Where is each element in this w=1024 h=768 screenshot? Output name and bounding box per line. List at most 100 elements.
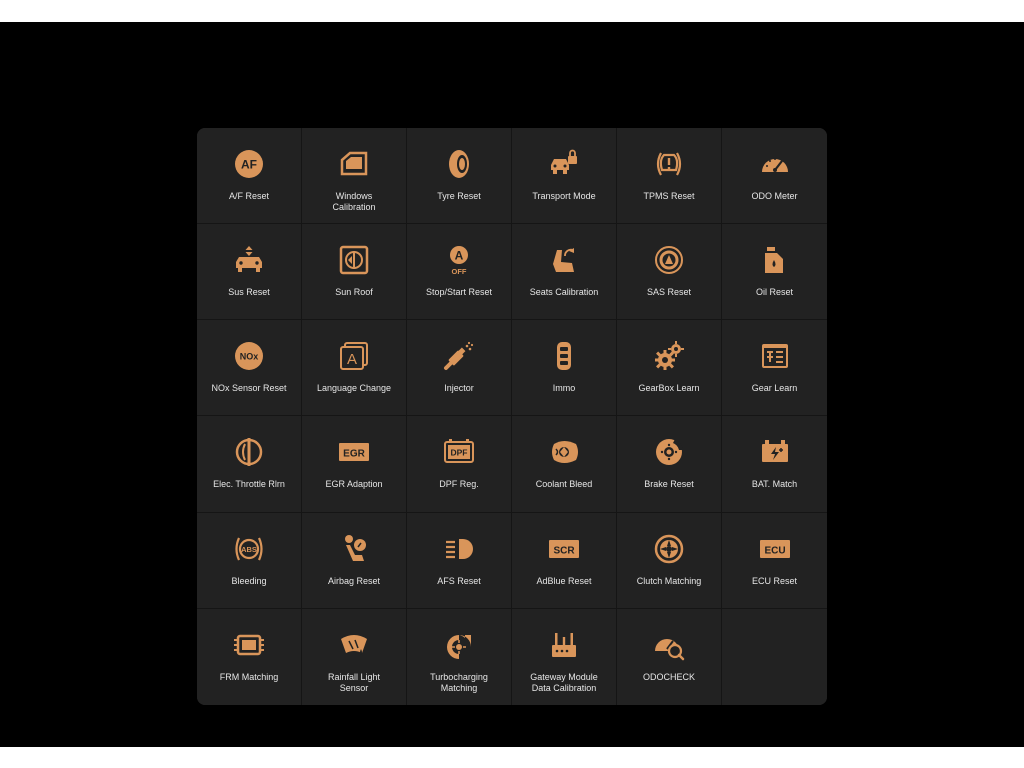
function-label: Sun Roof bbox=[335, 287, 373, 298]
function-label: NOx Sensor Reset bbox=[211, 383, 287, 394]
function-label: Gateway Module Data Calibration bbox=[530, 671, 598, 693]
rain-sensor-icon bbox=[338, 629, 370, 661]
car-lock-icon bbox=[548, 148, 580, 180]
function-tile[interactable]: GearBox Learn bbox=[617, 320, 722, 417]
airbag-icon bbox=[338, 533, 370, 565]
auto-stop-off-icon: A OFF bbox=[443, 244, 475, 276]
function-label: Brake Reset bbox=[644, 479, 694, 490]
function-label: Transport Mode bbox=[532, 191, 596, 201]
function-tile[interactable]: TPMS Reset bbox=[617, 128, 722, 225]
function-tile[interactable]: Brake Reset bbox=[617, 416, 722, 513]
ecu-icon: ECU bbox=[759, 533, 791, 565]
function-tile[interactable]: Gateway Module Data Calibration bbox=[512, 608, 617, 705]
function-label: Rainfall Light Sensor bbox=[327, 671, 381, 693]
battery-icon bbox=[759, 436, 791, 468]
nox-icon: NOx bbox=[233, 340, 265, 372]
function-tile[interactable]: Tyre Reset bbox=[407, 128, 512, 225]
function-tile[interactable]: ECU ECU Reset bbox=[722, 512, 827, 609]
function-tile[interactable]: FRM Matching bbox=[197, 608, 302, 705]
function-tile[interactable]: SCR AdBlue Reset bbox=[512, 512, 617, 609]
function-tile[interactable]: Injector bbox=[407, 320, 512, 417]
gear-learn-icon bbox=[759, 340, 791, 372]
key-fob-icon bbox=[548, 340, 580, 372]
brake-disc-icon bbox=[653, 436, 685, 468]
oil-can-icon bbox=[759, 244, 791, 276]
function-tile[interactable]: Coolant Bleed bbox=[512, 416, 617, 513]
function-tile[interactable]: Windows Calibration bbox=[302, 128, 407, 225]
egr-icon: EGR bbox=[338, 436, 370, 468]
function-label: GearBox Learn bbox=[638, 383, 700, 394]
function-label: Elec. Throttle Rlrn bbox=[213, 479, 285, 490]
gateway-icon bbox=[548, 629, 580, 661]
function-tile[interactable]: DPF DPF Reg. bbox=[407, 416, 512, 513]
function-tile[interactable]: Elec. Throttle Rlrn bbox=[197, 416, 302, 513]
svg-text:SCR: SCR bbox=[553, 545, 575, 556]
function-tile[interactable]: AF A/F Reset bbox=[197, 128, 302, 225]
function-tile[interactable]: A OFF Stop/Start Reset bbox=[407, 224, 512, 321]
svg-text:A: A bbox=[455, 249, 464, 263]
function-tile[interactable]: Seats Calibration bbox=[512, 224, 617, 321]
function-tile[interactable]: Sus Reset bbox=[197, 224, 302, 321]
function-tile[interactable]: ODOCHECK bbox=[617, 608, 722, 705]
af-icon: AF bbox=[233, 148, 265, 180]
function-label: Turbocharging Matching bbox=[430, 671, 488, 693]
function-label: EGR Adaption bbox=[325, 479, 383, 490]
function-tile[interactable]: SAS Reset bbox=[617, 224, 722, 321]
function-tile[interactable]: A Language Change bbox=[302, 320, 407, 417]
function-tile[interactable]: ABS Bleeding bbox=[197, 512, 302, 609]
dpf-icon: DPF bbox=[443, 436, 475, 468]
function-label: SAS Reset bbox=[646, 287, 692, 298]
function-label: ODO Meter bbox=[751, 191, 798, 201]
function-tile[interactable]: ODO Meter bbox=[722, 128, 827, 225]
speedometer-icon bbox=[759, 148, 791, 180]
suspension-icon bbox=[233, 244, 265, 276]
abs-icon: ABS bbox=[233, 533, 265, 565]
function-label: Sus Reset bbox=[228, 287, 270, 298]
function-tile[interactable]: Sun Roof bbox=[302, 224, 407, 321]
svg-text:ABS: ABS bbox=[241, 545, 257, 554]
function-label: Tyre Reset bbox=[437, 191, 481, 201]
function-tile[interactable]: Rainfall Light Sensor bbox=[302, 608, 407, 705]
function-tile[interactable]: BAT. Match bbox=[722, 416, 827, 513]
function-label: Clutch Matching bbox=[636, 575, 702, 586]
function-label: Stop/Start Reset bbox=[425, 287, 493, 298]
seat-icon bbox=[548, 244, 580, 276]
svg-text:AF: AF bbox=[241, 158, 257, 172]
function-label: Coolant Bleed bbox=[535, 479, 593, 490]
function-tile[interactable]: Airbag Reset bbox=[302, 512, 407, 609]
function-tile[interactable]: Transport Mode bbox=[512, 128, 617, 225]
svg-text:DPF: DPF bbox=[451, 448, 468, 458]
function-label: AFS Reset bbox=[437, 575, 481, 586]
language-icon: A bbox=[338, 340, 370, 372]
function-label: BAT. Match bbox=[751, 479, 798, 490]
sunroof-icon bbox=[338, 244, 370, 276]
window-icon bbox=[338, 148, 370, 180]
function-label: Immo bbox=[552, 383, 576, 394]
function-label: Windows Calibration bbox=[332, 191, 376, 212]
function-tile[interactable]: Gear Learn bbox=[722, 320, 827, 417]
odo-check-icon bbox=[653, 629, 685, 661]
function-tile[interactable]: Oil Reset bbox=[722, 224, 827, 321]
function-label: Airbag Reset bbox=[327, 575, 381, 586]
app-screen: AF A/F Reset Windows Calibration Tyre Reset… bbox=[0, 22, 1024, 747]
function-label: FRM Matching bbox=[219, 671, 279, 682]
function-tile[interactable]: Immo bbox=[512, 320, 617, 417]
function-tile[interactable]: AFS Reset bbox=[407, 512, 512, 609]
function-label: Seats Calibration bbox=[529, 287, 599, 298]
injector-icon bbox=[443, 340, 475, 372]
turbo-icon bbox=[443, 629, 475, 661]
function-label: Gear Learn bbox=[751, 383, 798, 394]
function-label: TPMS Reset bbox=[643, 191, 695, 201]
function-tile[interactable]: Turbocharging Matching bbox=[407, 608, 512, 705]
tpms-icon bbox=[653, 148, 685, 180]
scr-icon: SCR bbox=[548, 533, 580, 565]
function-grid: AF A/F Reset Windows Calibration Tyre Reset… bbox=[197, 128, 827, 705]
function-label: ODOCHECK bbox=[642, 671, 695, 682]
function-tile[interactable]: Clutch Matching bbox=[617, 512, 722, 609]
function-tile[interactable]: NOx NOx Sensor Reset bbox=[197, 320, 302, 417]
svg-text:ECU: ECU bbox=[764, 545, 785, 556]
function-label: Language Change bbox=[316, 383, 392, 394]
function-tile[interactable]: EGR EGR Adaption bbox=[302, 416, 407, 513]
empty-tile bbox=[722, 608, 827, 705]
function-label: AdBlue Reset bbox=[536, 575, 592, 586]
